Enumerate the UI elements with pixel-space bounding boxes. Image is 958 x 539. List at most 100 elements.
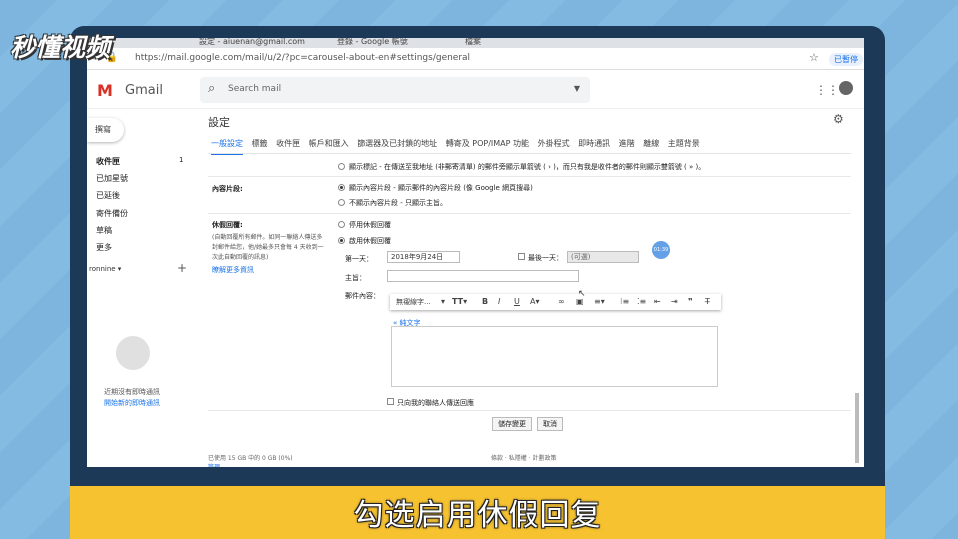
contacts-only-text: 只向我的聯絡人傳送回應 <box>397 399 474 407</box>
snippets-label: 內容片段: <box>212 185 243 193</box>
mouse-cursor-icon: ↖ <box>578 289 586 299</box>
snippets-off-text: 不顯示內容片段 - 只顯示主旨。 <box>349 199 447 207</box>
chat-empty-note: 近期沒有即時通訊 開始新的即時通訊 <box>104 387 160 409</box>
vacation-off-radio[interactable] <box>338 221 345 228</box>
first-day-label: 第一天： <box>345 255 373 263</box>
row-divider <box>208 213 851 214</box>
sidebar-item-more[interactable]: 更多 <box>96 242 112 253</box>
save-button[interactable]: 儲存變更 <box>492 417 532 431</box>
inbox-count: 1 <box>179 156 184 164</box>
bookmark-star-icon[interactable]: ☆ <box>809 51 819 64</box>
body-label: 郵件內容： <box>345 292 380 300</box>
caption-text: 勾选启用休假回复 <box>353 498 602 533</box>
gmail-product-name: Gmail <box>125 83 163 98</box>
search-box[interactable]: ⌕ Search mail ▼ <box>200 77 590 103</box>
account-avatar[interactable] <box>839 81 853 95</box>
address-bar: ⟳ 🔒 https://mail.google.com/mail/u/2/?pc… <box>87 48 864 70</box>
learn-more-link[interactable]: 瞭解更多資訊 <box>212 265 254 275</box>
tab-themes[interactable]: 主題背景 <box>668 139 700 148</box>
row-divider <box>208 176 851 177</box>
search-options-icon[interactable]: ▼ <box>574 84 580 93</box>
bulleted-list-icon[interactable]: ⁚≡ <box>637 297 646 306</box>
gmail-header: M Gmail ⌕ Search mail ▼ ⋮⋮⋮ <box>87 71 864 109</box>
page-title: 設定 <box>208 116 230 129</box>
row-divider <box>208 410 851 411</box>
personal-indicator-radio[interactable] <box>338 163 345 170</box>
sidebar-item-starred[interactable]: 已加星號 <box>96 173 128 184</box>
indent-less-icon[interactable]: ⇤ <box>654 297 661 306</box>
tab-advanced[interactable]: 進階 <box>619 139 635 148</box>
tab-labels[interactable]: 標籤 <box>252 139 268 148</box>
tabs-divider <box>208 153 851 154</box>
editor-toolbar: 無襯線字... ▾ TT▾ B I U A▾ ∞ ▣ ≡▾ ⁝≡ ⁚≡ ⇤ ⇥ … <box>390 294 721 310</box>
sidebar-item-drafts[interactable]: 草稿 <box>96 225 112 236</box>
subject-input[interactable] <box>387 270 579 282</box>
vacation-on-radio[interactable] <box>338 237 345 244</box>
chat-empty-text: 近期沒有即時通訊 <box>104 388 160 396</box>
start-chat-link[interactable]: 開始新的即時通訊 <box>104 398 160 409</box>
align-icon[interactable]: ≡▾ <box>594 297 605 306</box>
terms-links[interactable]: 條款 · 私隱權 · 計劃政策 <box>491 453 556 462</box>
sync-paused-badge[interactable]: 已暫停 <box>829 53 863 66</box>
compose-button[interactable]: 撰寫 <box>87 118 124 142</box>
search-icon[interactable]: ⌕ <box>208 81 215 96</box>
text-color-icon[interactable]: A▾ <box>530 297 540 306</box>
browser-tab[interactable]: 設定 - aiuenan@gmail.com <box>199 38 305 48</box>
first-day-input[interactable]: 2018年9月24日 <box>387 251 460 263</box>
quote-icon[interactable]: ❞ <box>688 297 693 306</box>
link-icon[interactable]: ∞ <box>558 297 565 306</box>
manage-link[interactable]: 管理 <box>208 462 220 467</box>
sidebar-item-sent[interactable]: 寄件備份 <box>96 208 128 219</box>
snippets-off-radio[interactable] <box>338 199 345 206</box>
browser-screen: 設定 - aiuenan@gmail.com 登錄 - Google 帳號 檔案… <box>87 38 864 467</box>
last-day-checkbox[interactable] <box>518 253 525 260</box>
italic-icon[interactable]: I <box>498 297 500 306</box>
tab-chat[interactable]: 即時通訊 <box>578 139 610 148</box>
bold-icon[interactable]: B <box>482 297 488 306</box>
storage-usage: 已使用 15 GB 中的 0 GB (0%) <box>208 455 293 462</box>
chat-user[interactable]: ronnine ▾ <box>89 265 121 273</box>
add-chat-icon[interactable]: + <box>177 261 187 275</box>
personal-indicator-text: 顯示標記 - 在傳送至我地址 (非郵寄清單) 的郵件旁顯示單箭號 ( › )，而… <box>349 163 706 171</box>
scrollbar[interactable] <box>855 393 859 463</box>
vacation-body-editor[interactable] <box>391 326 718 387</box>
settings-tabs: 一般設定 標籤 收件匣 帳戶和匯入 篩選器及已封鎖的地址 轉寄及 POP/IMA… <box>211 138 706 155</box>
font-size-icon[interactable]: TT▾ <box>452 297 467 306</box>
numbered-list-icon[interactable]: ⁝≡ <box>620 297 629 306</box>
browser-tab[interactable]: 登錄 - Google 帳號 <box>337 38 408 48</box>
tab-offline[interactable]: 離線 <box>643 139 659 148</box>
sidebar-item-snoozed[interactable]: 已延後 <box>96 190 120 201</box>
last-day-input[interactable]: (可選) <box>567 251 639 263</box>
gear-icon[interactable]: ⚙ <box>833 112 844 126</box>
sidebar-item-inbox[interactable]: 收件匣 <box>96 156 120 167</box>
vacation-desc: 次此自動回覆的訊息) <box>212 254 269 261</box>
underline-icon[interactable]: U <box>514 297 520 306</box>
font-family-select[interactable]: 無襯線字... <box>396 297 431 307</box>
browser-tabbar: 設定 - aiuenan@gmail.com 登錄 - Google 帳號 檔案 <box>87 38 864 48</box>
watermark-logo: 秒懂视频 <box>10 33 111 62</box>
search-input[interactable]: Search mail <box>228 84 281 94</box>
vacation-label: 休假回覆: <box>212 221 243 229</box>
timer-badge: 01:39 <box>652 241 670 259</box>
indent-more-icon[interactable]: ⇥ <box>671 297 678 306</box>
contacts-only-checkbox[interactable] <box>387 398 394 405</box>
url-text[interactable]: https://mail.google.com/mail/u/2/?pc=car… <box>135 53 470 63</box>
tab-forwarding[interactable]: 轉寄及 POP/IMAP 功能 <box>446 139 529 148</box>
gmail-logo-icon[interactable]: M <box>97 81 113 100</box>
tab-addons[interactable]: 外掛程式 <box>538 139 570 148</box>
chat-bubble-icon <box>116 336 150 370</box>
last-day-label: 最後一天： <box>528 254 563 262</box>
remove-formatting-icon[interactable]: T̶ <box>705 297 710 306</box>
cancel-button[interactable]: 取消 <box>537 417 563 431</box>
vacation-desc: (自動回覆所有郵件。如同一聯絡人傳送多 <box>212 234 323 241</box>
vacation-off-text: 停用休假回覆 <box>349 221 391 229</box>
snippets-on-radio[interactable] <box>338 184 345 191</box>
browser-tab[interactable]: 檔案 <box>465 38 481 48</box>
subject-label: 主旨： <box>345 274 366 282</box>
tab-filters[interactable]: 篩選器及已封鎖的地址 <box>357 139 437 148</box>
tab-inbox[interactable]: 收件匣 <box>276 139 300 148</box>
vacation-on-text: 啟用休假回覆 <box>349 237 391 245</box>
tab-accounts[interactable]: 帳戶和匯入 <box>309 139 349 148</box>
chevron-down-icon[interactable]: ▾ <box>441 297 445 306</box>
vacation-desc: 封郵件給您，他/她最多只會每 4 天收到一 <box>212 244 324 251</box>
